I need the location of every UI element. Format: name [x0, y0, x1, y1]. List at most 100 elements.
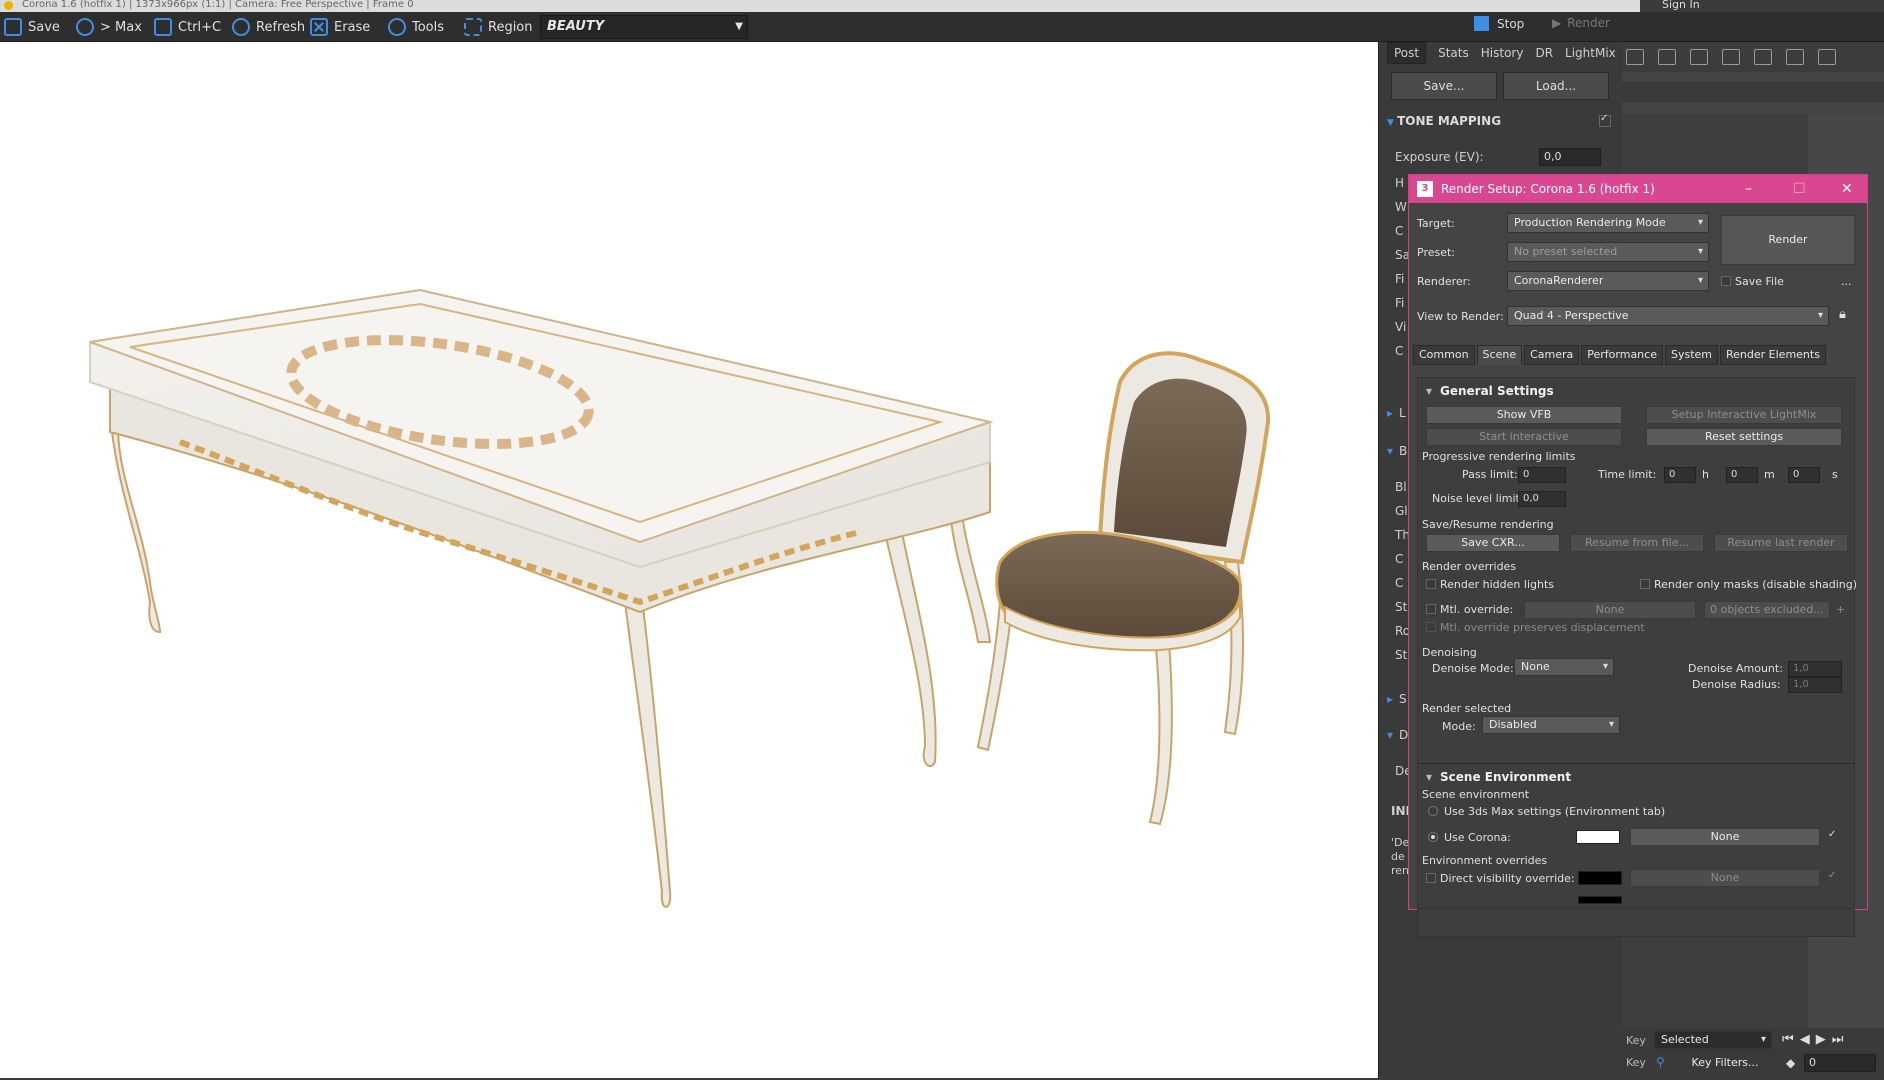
set-key-label[interactable]: Key [1626, 1034, 1646, 1047]
noise-level-input[interactable]: 0,0 [1518, 491, 1566, 507]
tab-render-elements[interactable]: Render Elements [1720, 345, 1826, 365]
teapot-icon[interactable] [1722, 49, 1740, 65]
time-hours-input[interactable]: 0 [1664, 467, 1696, 483]
mtl-override-map-button[interactable]: None [1524, 601, 1696, 619]
use-3dsmax-radio[interactable] [1428, 806, 1438, 816]
objects-excluded-button[interactable]: 0 objects excluded... [1704, 601, 1830, 619]
mtl-preserves-checkbox[interactable] [1426, 622, 1436, 632]
denoise-mode-dropdown[interactable]: None [1514, 658, 1614, 676]
progressive-limits-title: Progressive rendering limits [1422, 450, 1576, 463]
render-label-toolbar: Render [1567, 16, 1610, 30]
tab-dr[interactable]: DR [1535, 46, 1553, 60]
animation-controls: Key Selected ⏮◀▶⏭ Key ⚲ Key Filters... ◆… [1622, 1028, 1884, 1078]
pass-limit-input[interactable]: 0 [1518, 467, 1566, 483]
resume-from-file-button[interactable]: Resume from file... [1570, 534, 1704, 552]
tone-mapping-checkbox[interactable] [1599, 113, 1611, 127]
stop-button[interactable]: Stop [1474, 16, 1524, 31]
tab-system[interactable]: System [1664, 345, 1719, 365]
lights-icon[interactable] [1754, 49, 1772, 65]
vfb-save-button[interactable]: Save... [1391, 72, 1497, 100]
preset-dropdown[interactable]: No preset selected [1507, 242, 1709, 262]
start-interactive-button[interactable]: Start interactive [1426, 428, 1622, 446]
refresh-button[interactable]: Refresh [232, 16, 305, 38]
setup-lightmix-button[interactable]: Setup Interactive LightMix [1646, 406, 1842, 424]
render-overrides-title: Render overrides [1422, 560, 1517, 573]
close-icon[interactable]: ✕ [1841, 175, 1853, 203]
render-only-masks-checkbox[interactable] [1640, 579, 1650, 589]
vfb-load-button[interactable]: Load... [1503, 72, 1609, 100]
playback-icon[interactable]: ⏮◀▶⏭ [1782, 1032, 1849, 1047]
tab-performance[interactable]: Performance [1581, 345, 1663, 365]
erase-icon [310, 18, 328, 36]
denoise-radius-input[interactable]: 1,0 [1788, 677, 1842, 693]
direct-visibility-map-button[interactable]: None [1630, 869, 1820, 887]
save-file-browse[interactable]: ... [1841, 275, 1852, 288]
scene-environment-header[interactable]: Scene Environment [1426, 770, 1571, 784]
effects-icon[interactable] [1818, 49, 1836, 65]
tools-button[interactable]: Tools [388, 16, 444, 38]
dialog-titlebar[interactable]: 3 Render Setup: Corona 1.6 (hotfix 1) – … [1409, 175, 1867, 203]
corona-env-map-toggle[interactable] [1828, 829, 1838, 842]
current-frame-input[interactable]: 0 [1804, 1054, 1876, 1072]
auto-key-label[interactable]: Key [1626, 1056, 1646, 1069]
render-button-toolbar[interactable]: ▶ Render [1552, 16, 1610, 30]
key-mode-dropdown[interactable]: Selected [1654, 1031, 1772, 1049]
environment-icon[interactable] [1786, 49, 1804, 65]
general-settings-header[interactable]: General Settings [1426, 384, 1554, 398]
tab-camera[interactable]: Camera [1524, 345, 1580, 365]
render-button[interactable]: Render [1721, 215, 1855, 265]
corona-env-color-swatch[interactable] [1576, 830, 1620, 844]
render-setup-icon[interactable] [1626, 49, 1644, 65]
region-button[interactable]: Region [464, 16, 533, 38]
3dsmax-app-icon: 3 [1417, 181, 1433, 197]
render-production-icon[interactable] [1690, 49, 1708, 65]
minutes-unit: m [1764, 468, 1775, 481]
reset-settings-button[interactable]: Reset settings [1646, 428, 1842, 446]
save-button[interactable]: Save [4, 16, 60, 38]
lock-icon[interactable]: 🔒︎ [1839, 307, 1846, 322]
save-cxr-button[interactable]: Save CXR... [1426, 534, 1560, 552]
time-minutes-input[interactable]: 0 [1726, 467, 1758, 483]
erase-button[interactable]: Erase [310, 16, 370, 38]
render-selected-mode-dropdown[interactable]: Disabled [1482, 716, 1620, 734]
direct-visibility-color-swatch[interactable] [1578, 871, 1622, 885]
time-seconds-input[interactable]: 0 [1788, 467, 1820, 483]
renderer-label: Renderer: [1417, 275, 1471, 288]
copy-button[interactable]: Ctrl+C [154, 16, 221, 38]
denoise-amount-input[interactable]: 1,0 [1788, 661, 1842, 677]
exposure-input[interactable]: 0,0 [1539, 148, 1601, 166]
channel-dropdown[interactable]: BEAUTY ▼ [540, 15, 748, 39]
to-max-button[interactable]: > Max [76, 16, 142, 38]
maximize-icon[interactable]: ☐ [1793, 175, 1806, 203]
render-frame-icon[interactable] [1658, 49, 1676, 65]
tone-mapping-header[interactable]: TONE MAPPING [1387, 114, 1501, 128]
direct-visibility-checkbox[interactable] [1426, 873, 1436, 883]
tab-post[interactable]: Post [1387, 42, 1427, 64]
sign-in-button[interactable]: Sign In [1640, 0, 1884, 12]
key-filters-button[interactable]: Key Filters... [1678, 1054, 1772, 1072]
mtl-override-checkbox[interactable] [1426, 604, 1436, 614]
view-to-render-dropdown[interactable]: Quad 4 - Perspective [1507, 306, 1829, 326]
render-viewport[interactable] [0, 42, 1378, 1078]
show-vfb-button[interactable]: Show VFB [1426, 406, 1622, 424]
minimize-icon[interactable]: – [1745, 175, 1752, 203]
max-icon [76, 18, 94, 36]
save-label: Save [28, 19, 60, 35]
tab-common[interactable]: Common [1413, 345, 1475, 365]
direct-visibility-map-toggle[interactable] [1828, 870, 1838, 883]
reflection-color-swatch[interactable] [1578, 896, 1622, 904]
add-exclusion-icon[interactable]: + [1836, 603, 1845, 616]
save-file-checkbox[interactable] [1721, 276, 1731, 286]
resume-last-render-button[interactable]: Resume last render [1714, 534, 1848, 552]
tab-lightmix[interactable]: LightMix [1565, 46, 1616, 60]
target-dropdown[interactable]: Production Rendering Mode [1507, 213, 1709, 233]
tab-stats[interactable]: Stats [1438, 46, 1469, 60]
tab-scene[interactable]: Scene [1476, 345, 1523, 365]
render-hidden-lights-checkbox[interactable] [1426, 579, 1436, 589]
tab-history[interactable]: History [1481, 46, 1524, 60]
key-filter-icon[interactable]: ⚲ [1656, 1055, 1665, 1069]
side-label: W [1395, 200, 1407, 214]
renderer-dropdown[interactable]: CoronaRenderer [1507, 271, 1709, 291]
use-corona-radio[interactable] [1428, 832, 1438, 842]
corona-env-map-button[interactable]: None [1630, 828, 1820, 846]
